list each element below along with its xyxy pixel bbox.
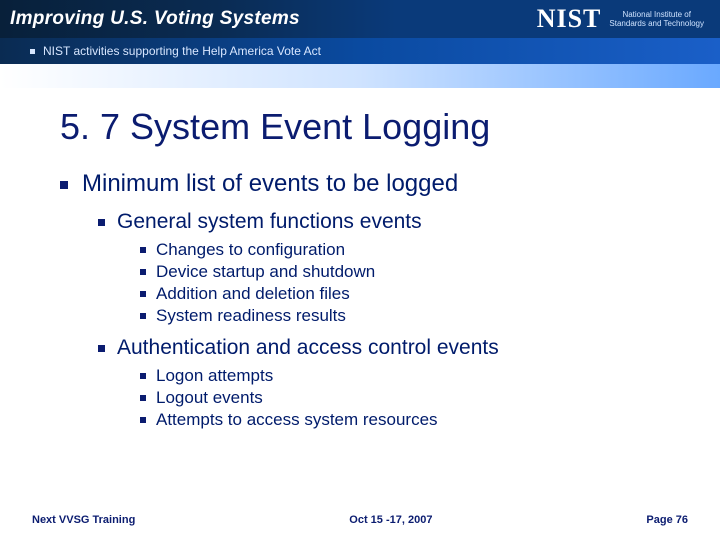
bullet-icon xyxy=(98,219,105,226)
outline-list: Minimum list of events to be logged Gene… xyxy=(60,170,660,430)
list-item: Logon attempts xyxy=(140,366,660,386)
banner-subtitle: NIST activities supporting the Help Amer… xyxy=(30,44,321,58)
bullet-icon xyxy=(60,181,68,189)
slide-body: 5. 7 System Event Logging Minimum list o… xyxy=(0,88,720,430)
bullet-icon xyxy=(30,49,35,54)
list-item: Logout events xyxy=(140,388,660,408)
logo-subtext: National Institute of Standards and Tech… xyxy=(609,10,704,28)
logo-sub-line: National Institute of xyxy=(609,10,704,19)
banner-gradient-strip xyxy=(0,64,720,90)
banner-top-row: Improving U.S. Voting Systems NIST Natio… xyxy=(0,0,720,38)
footer-right: Page 76 xyxy=(646,514,688,526)
footer-left: Next VVSG Training xyxy=(32,514,135,526)
bullet-icon xyxy=(140,291,146,297)
bullet-icon xyxy=(140,247,146,253)
list-text: Authentication and access control events xyxy=(117,336,499,359)
slide-footer: Next VVSG Training Oct 15 -17, 2007 Page… xyxy=(0,514,720,526)
list-text: Logon attempts xyxy=(156,366,273,385)
bullet-icon xyxy=(140,269,146,275)
list-item: System readiness results xyxy=(140,306,660,326)
list-item: Device startup and shutdown xyxy=(140,262,660,282)
footer-center: Oct 15 -17, 2007 xyxy=(349,514,432,526)
banner-title: Improving U.S. Voting Systems xyxy=(10,8,300,30)
list-item: Addition and deletion files xyxy=(140,284,660,304)
list-text: Minimum list of events to be logged xyxy=(82,170,458,197)
list-text: System readiness results xyxy=(156,306,346,325)
list-text: Logout events xyxy=(156,388,263,407)
bullet-icon xyxy=(98,345,105,352)
nist-logo: NIST National Institute of Standards and… xyxy=(537,4,704,34)
list-text: Addition and deletion files xyxy=(156,284,350,303)
slide-banner: Improving U.S. Voting Systems NIST Natio… xyxy=(0,0,720,88)
logo-abbr: NIST xyxy=(537,4,602,34)
list-text: General system functions events xyxy=(117,210,422,233)
list-text: Device startup and shutdown xyxy=(156,262,375,281)
bullet-icon xyxy=(140,373,146,379)
list-item: General system functions events xyxy=(98,210,660,234)
list-text: Attempts to access system resources xyxy=(156,410,438,429)
list-text: Changes to configuration xyxy=(156,240,345,259)
banner-subtitle-text: NIST activities supporting the Help Amer… xyxy=(43,44,321,58)
logo-sub-line: Standards and Technology xyxy=(609,19,704,28)
list-item: Changes to configuration xyxy=(140,240,660,260)
bullet-icon xyxy=(140,313,146,319)
banner-sub-row: NIST activities supporting the Help Amer… xyxy=(0,38,720,64)
bullet-icon xyxy=(140,395,146,401)
list-item: Attempts to access system resources xyxy=(140,410,660,430)
slide-heading: 5. 7 System Event Logging xyxy=(60,106,660,148)
list-item: Authentication and access control events xyxy=(98,336,660,360)
list-item: Minimum list of events to be logged xyxy=(60,170,660,198)
bullet-icon xyxy=(140,417,146,423)
